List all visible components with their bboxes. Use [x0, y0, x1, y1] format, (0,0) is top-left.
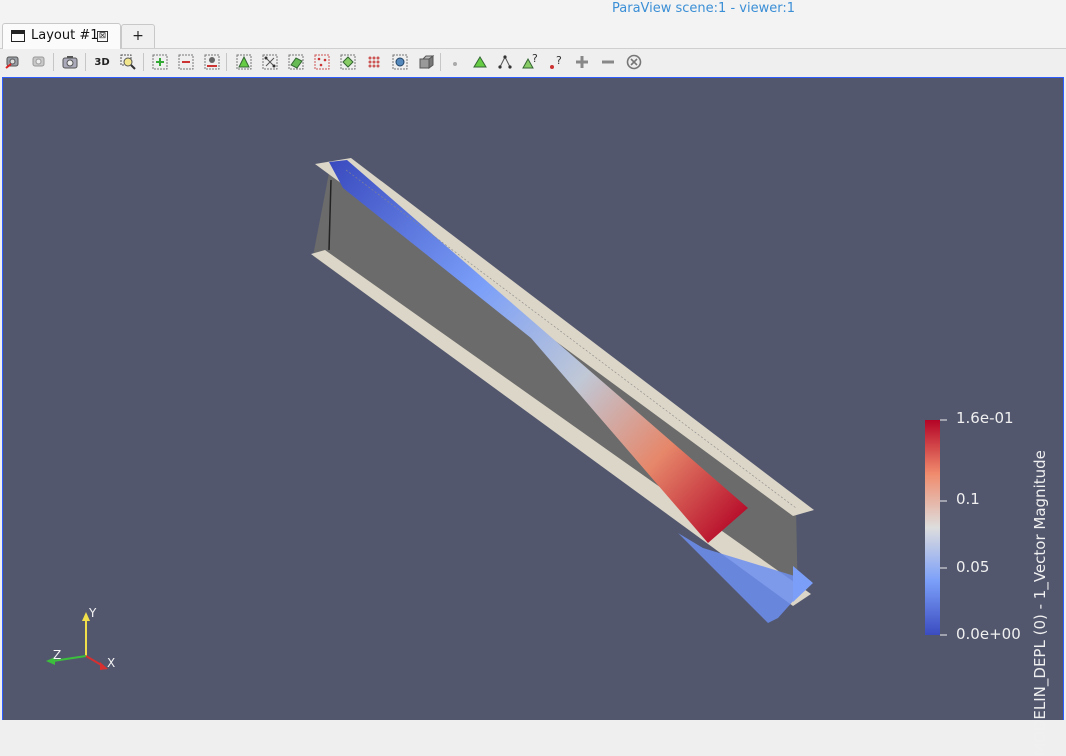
colorbar-tick-mid-high: 0.1 [956, 490, 980, 508]
select-points-through-icon[interactable] [312, 52, 332, 72]
svg-text:?: ? [556, 54, 562, 67]
interactive-select-icon[interactable] [390, 52, 410, 72]
select-cells-through-icon[interactable] [286, 52, 306, 72]
axis-label-x: X [107, 656, 116, 670]
axis-label-y: Y [89, 606, 97, 620]
colorbar-title: MODELIN_DEPL (0) - 1_Vector Magnitude [1031, 450, 1049, 756]
tab-label: Layout #1 [31, 28, 99, 43]
colorbar-gradient [925, 420, 940, 635]
title-bar: ParaView scene:1 - viewer:1 Layout #1 ⊠ … [0, 0, 1066, 49]
scene-title: ParaView scene:1 - viewer:1 [612, 1, 795, 16]
svg-text:?: ? [532, 53, 538, 65]
hover-cells-icon[interactable] [416, 52, 436, 72]
hover-cells-question-icon[interactable]: ? [520, 52, 540, 72]
close-tab-icon[interactable]: ⊠ [97, 31, 108, 42]
grow-selection-icon[interactable] [572, 52, 592, 72]
select-cells-on-icon[interactable] [234, 52, 254, 72]
colorbar-tick-max: 1.6e-01 [956, 409, 1014, 427]
zoom-in-icon[interactable] [150, 52, 170, 72]
zoom-out-icon[interactable] [176, 52, 196, 72]
toggle-3d-button[interactable]: 3D [92, 52, 112, 72]
reset-camera-closest-icon[interactable] [29, 52, 49, 72]
hover-points-question-icon[interactable]: ? [546, 52, 566, 72]
reset-camera-icon[interactable] [3, 52, 23, 72]
axis-label-z: Z [53, 648, 62, 662]
select-polygon-icon[interactable] [338, 52, 358, 72]
beam-bottom-flange [311, 250, 811, 606]
colorbar-tick-mid-low: 0.05 [956, 558, 990, 576]
zoom-to-box-icon[interactable] [118, 52, 138, 72]
zoom-to-data-icon[interactable] [202, 52, 222, 72]
cell-icon[interactable] [470, 52, 490, 72]
view-toolbar: 3D ? ? [0, 49, 1066, 76]
point-icon[interactable] [445, 52, 465, 72]
grow-cells-icon[interactable] [495, 52, 515, 72]
window-icon [11, 30, 25, 42]
beam-render [46, 158, 947, 670]
render-view[interactable]: 1.6e-01 0.1 0.05 0.0e+00 MODELIN_DEPL (0… [2, 77, 1064, 756]
clear-selection-icon[interactable] [624, 52, 644, 72]
new-tab-button[interactable]: + [121, 24, 155, 48]
shrink-selection-icon[interactable] [598, 52, 618, 72]
tab-layout-1[interactable]: Layout #1 ⊠ [2, 23, 121, 49]
screenshot-icon[interactable] [60, 52, 80, 72]
select-points-on-icon[interactable] [260, 52, 280, 72]
colorbar-tick-min: 0.0e+00 [956, 625, 1021, 643]
select-blocks-icon[interactable] [364, 52, 384, 72]
